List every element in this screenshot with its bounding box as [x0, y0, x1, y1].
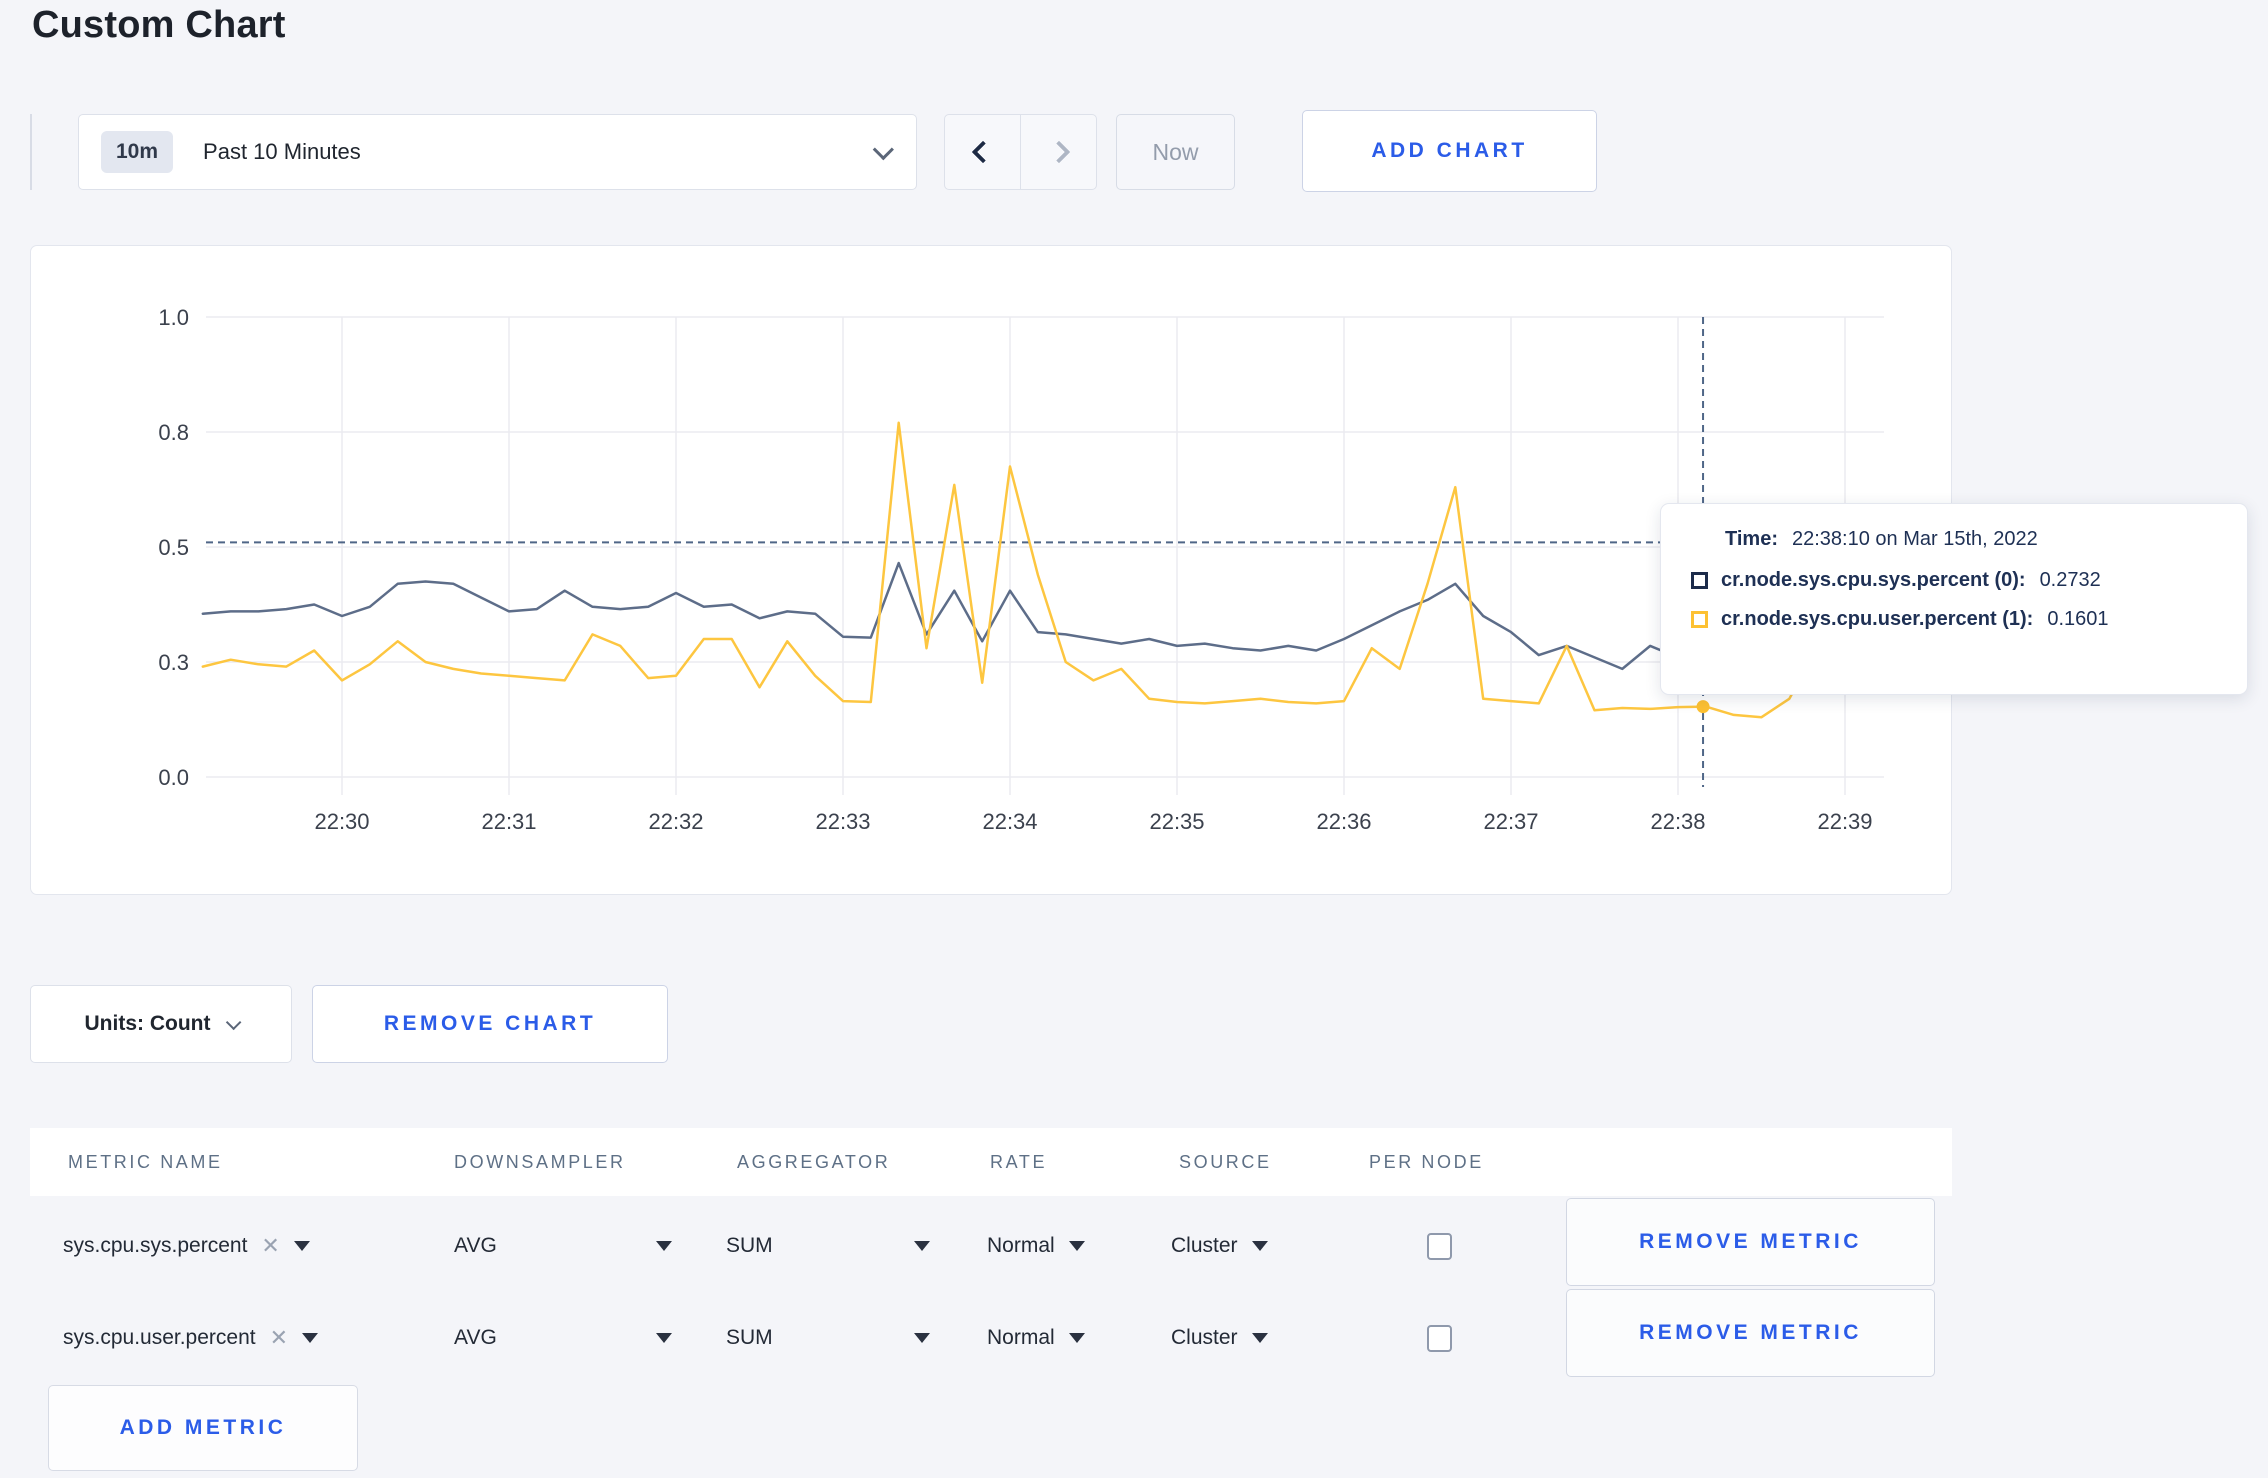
units-select[interactable]: Units: Count — [30, 985, 292, 1063]
source-select[interactable]: Cluster — [1171, 1202, 1268, 1290]
chevron-down-icon — [872, 138, 894, 160]
toolbar-divider — [30, 114, 32, 190]
rate-select[interactable]: Normal — [987, 1202, 1085, 1290]
chart-tooltip: Time: 22:38:10 on Mar 15th, 2022 cr.node.… — [1660, 503, 2248, 695]
caret-down-icon — [1251, 1333, 1268, 1343]
svg-text:22:30: 22:30 — [314, 809, 369, 834]
svg-text:1.0: 1.0 — [158, 305, 189, 330]
tooltip-series-value: 0.2732 — [2039, 569, 2101, 591]
custom-chart-page: Custom Chart 10m Past 10 Minutes Now ADD… — [0, 0, 2268, 1478]
tooltip-series-row: cr.node.sys.cpu.user.percent (1): 0.1601 — [1691, 608, 2221, 631]
add-metric-button[interactable]: ADD METRIC — [48, 1385, 358, 1471]
caret-down-icon — [302, 1333, 319, 1343]
svg-text:0.8: 0.8 — [158, 420, 189, 445]
aggregator-select[interactable]: SUM — [726, 1294, 930, 1382]
chevron-left-icon — [971, 140, 994, 164]
caret-down-icon — [656, 1241, 672, 1251]
aggregator-select[interactable]: SUM — [726, 1202, 930, 1290]
col-header-aggregator: AGGREGATOR — [737, 1151, 891, 1172]
col-header-metric-name: METRIC NAME — [68, 1151, 223, 1172]
svg-text:0.5: 0.5 — [158, 535, 189, 560]
time-range-select[interactable]: 10m Past 10 Minutes — [78, 114, 917, 190]
svg-text:0.0: 0.0 — [158, 765, 189, 790]
caret-down-icon — [293, 1241, 310, 1251]
prev-time-button[interactable] — [945, 115, 1020, 189]
source-select[interactable]: Cluster — [1171, 1294, 1268, 1382]
add-chart-button[interactable]: ADD CHART — [1302, 110, 1597, 192]
chevron-right-icon — [1047, 140, 1070, 164]
svg-text:0.3: 0.3 — [158, 650, 189, 675]
caret-down-icon — [656, 1333, 672, 1343]
tooltip-series-name: cr.node.sys.cpu.user.percent (1): — [1721, 608, 2034, 630]
sys-series-swatch-icon — [1691, 572, 1708, 589]
tooltip-series-value: 0.1601 — [2047, 608, 2109, 630]
time-range-label: Past 10 Minutes — [203, 139, 361, 164]
caret-down-icon — [914, 1241, 930, 1251]
remove-metric-button[interactable]: REMOVE METRIC — [1566, 1289, 1935, 1377]
col-header-per-node: PER NODE — [1369, 1151, 1484, 1172]
remove-chart-button[interactable]: REMOVE CHART — [312, 985, 668, 1063]
user-series-swatch-icon — [1691, 611, 1708, 628]
svg-text:22:39: 22:39 — [1817, 809, 1872, 834]
tooltip-series-row: cr.node.sys.cpu.sys.percent (0): 0.2732 — [1691, 569, 2221, 592]
time-pager — [944, 114, 1097, 190]
caret-down-icon — [914, 1333, 930, 1343]
metrics-table-header: METRIC NAME DOWNSAMPLER AGGREGATOR RATE … — [30, 1128, 1952, 1196]
metric-name-select[interactable]: sys.cpu.sys.percent ✕ — [63, 1202, 310, 1290]
time-range-badge: 10m — [101, 131, 174, 173]
tooltip-time-label: Time: — [1725, 528, 1778, 550]
svg-text:22:32: 22:32 — [648, 809, 703, 834]
rate-select[interactable]: Normal — [987, 1294, 1085, 1382]
downsampler-select[interactable]: AVG — [454, 1294, 672, 1382]
col-header-source: SOURCE — [1179, 1151, 1272, 1172]
clear-metric-icon[interactable]: ✕ — [261, 1233, 279, 1259]
col-header-rate: RATE — [990, 1151, 1048, 1172]
per-node-checkbox[interactable] — [1427, 1324, 1452, 1352]
caret-down-icon — [1068, 1241, 1085, 1251]
svg-text:22:38: 22:38 — [1650, 809, 1705, 834]
chevron-down-icon — [226, 1014, 242, 1030]
next-time-button[interactable] — [1020, 115, 1096, 189]
per-node-checkbox[interactable] — [1427, 1232, 1452, 1260]
svg-text:22:34: 22:34 — [982, 809, 1037, 834]
metric-name-select[interactable]: sys.cpu.user.percent ✕ — [63, 1294, 319, 1382]
svg-text:22:37: 22:37 — [1483, 809, 1538, 834]
svg-text:22:31: 22:31 — [481, 809, 536, 834]
now-button[interactable]: Now — [1116, 114, 1235, 190]
tooltip-time-row: Time: 22:38:10 on Mar 15th, 2022 — [1725, 528, 2221, 551]
per-node-cell — [1427, 1294, 1452, 1382]
page-title: Custom Chart — [32, 4, 286, 46]
svg-text:22:36: 22:36 — [1316, 809, 1371, 834]
tooltip-series-name: cr.node.sys.cpu.sys.percent (0): — [1721, 569, 2026, 591]
downsampler-select[interactable]: AVG — [454, 1202, 672, 1290]
tooltip-time-value: 22:38:10 on Mar 15th, 2022 — [1791, 528, 2038, 550]
caret-down-icon — [1251, 1241, 1268, 1251]
svg-text:22:35: 22:35 — [1149, 809, 1204, 834]
caret-down-icon — [1068, 1333, 1085, 1343]
col-header-downsampler: DOWNSAMPLER — [454, 1151, 626, 1172]
svg-text:22:33: 22:33 — [815, 809, 870, 834]
per-node-cell — [1427, 1202, 1452, 1290]
remove-metric-button[interactable]: REMOVE METRIC — [1566, 1198, 1935, 1286]
clear-metric-icon[interactable]: ✕ — [270, 1325, 288, 1351]
